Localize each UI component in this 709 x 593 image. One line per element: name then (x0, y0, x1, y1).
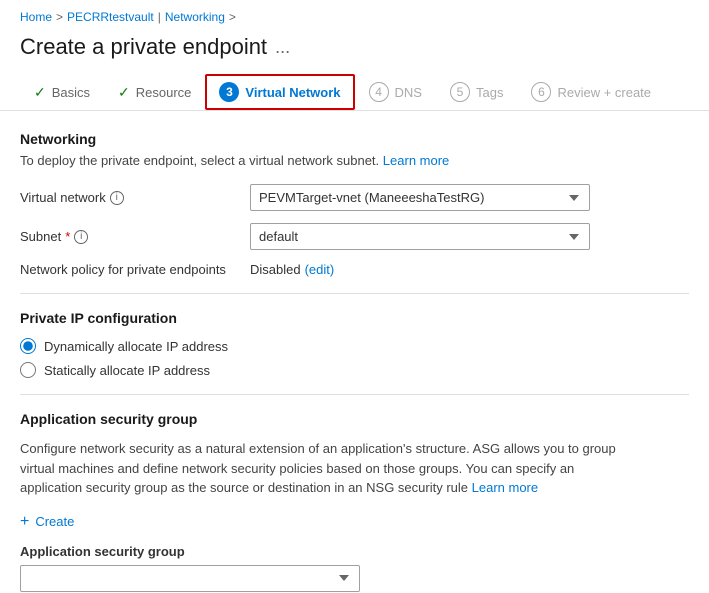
breadcrumb-sep1: > (56, 10, 63, 24)
subnet-info-icon[interactable]: i (74, 230, 88, 244)
static-ip-radio[interactable] (20, 362, 36, 378)
tab-vnet-label: Virtual Network (245, 85, 340, 100)
divider-1 (20, 293, 689, 294)
create-plus-icon: + (20, 514, 29, 530)
breadcrumb-sep2: > (229, 10, 236, 24)
main-content: Networking To deploy the private endpoin… (0, 131, 709, 592)
app-security-description: Configure network security as a natural … (20, 439, 640, 498)
network-policy-edit-link[interactable]: (edit) (305, 262, 335, 277)
breadcrumb-pipe: | (158, 10, 161, 24)
tab-tags-label: Tags (476, 85, 503, 100)
breadcrumb-vault[interactable]: PECRRtestvault (67, 10, 154, 24)
virtual-network-control: PEVMTarget-vnet (ManeeeshaTestRG) (250, 184, 590, 211)
tab-dns[interactable]: 4 DNS (355, 74, 436, 110)
network-policy-value: Disabled (edit) (250, 262, 334, 277)
tab-basics-label: Basics (52, 85, 90, 100)
tab-virtual-network[interactable]: 3 Virtual Network (205, 74, 354, 110)
page-title: Create a private endpoint (20, 34, 267, 60)
tab-tags[interactable]: 5 Tags (436, 74, 517, 110)
tab-resource-num: ✓ (118, 84, 130, 101)
network-policy-row: Network policy for private endpoints Dis… (20, 262, 689, 277)
tab-basics-num: ✓ (34, 84, 46, 101)
app-security-group-dropdown[interactable] (20, 565, 360, 592)
wizard-tabs: ✓ Basics ✓ Resource 3 Virtual Network 4 … (0, 74, 709, 111)
breadcrumb: Home > PECRRtestvault | Networking > (0, 0, 709, 30)
network-policy-status: Disabled (250, 262, 301, 277)
create-asg-label: Create (35, 514, 74, 529)
breadcrumb-section[interactable]: Networking (165, 10, 225, 24)
tab-tags-num: 5 (450, 82, 470, 102)
static-ip-option[interactable]: Statically allocate IP address (20, 362, 689, 378)
virtual-network-dropdown[interactable]: PEVMTarget-vnet (ManeeeshaTestRG) (250, 184, 590, 211)
tab-resource[interactable]: ✓ Resource (104, 76, 205, 109)
page-title-container: Create a private endpoint ... (0, 30, 709, 74)
create-asg-button[interactable]: + Create (20, 510, 74, 534)
subnet-dropdown[interactable]: default (250, 223, 590, 250)
ip-config-radio-group: Dynamically allocate IP address Statical… (20, 338, 689, 378)
tab-resource-label: Resource (136, 85, 192, 100)
tab-review-label: Review + create (557, 85, 651, 100)
app-security-section-title: Application security group (20, 411, 689, 427)
app-security-group-label: Application security group (20, 544, 689, 559)
tab-dns-num: 4 (369, 82, 389, 102)
virtual-network-label: Virtual network i (20, 190, 250, 205)
page-ellipsis-menu[interactable]: ... (275, 37, 290, 58)
virtual-network-info-icon[interactable]: i (110, 191, 124, 205)
networking-description: To deploy the private endpoint, select a… (20, 153, 689, 168)
tab-review-num: 6 (531, 82, 551, 102)
subnet-row: Subnet * i default (20, 223, 689, 250)
divider-2 (20, 394, 689, 395)
tab-dns-label: DNS (395, 85, 422, 100)
tab-vnet-num: 3 (219, 82, 239, 102)
virtual-network-row: Virtual network i PEVMTarget-vnet (Manee… (20, 184, 689, 211)
dynamic-ip-option[interactable]: Dynamically allocate IP address (20, 338, 689, 354)
app-security-learn-more[interactable]: Learn more (472, 480, 538, 495)
breadcrumb-home[interactable]: Home (20, 10, 52, 24)
subnet-label: Subnet * i (20, 229, 250, 244)
static-ip-label: Statically allocate IP address (44, 363, 210, 378)
tab-review[interactable]: 6 Review + create (517, 74, 665, 110)
network-policy-label: Network policy for private endpoints (20, 262, 250, 277)
networking-section-title: Networking (20, 131, 689, 147)
dynamic-ip-radio[interactable] (20, 338, 36, 354)
private-ip-section-title: Private IP configuration (20, 310, 689, 326)
subnet-required: * (65, 229, 70, 244)
tab-basics[interactable]: ✓ Basics (20, 76, 104, 109)
dynamic-ip-label: Dynamically allocate IP address (44, 339, 228, 354)
networking-learn-more-link[interactable]: Learn more (383, 153, 449, 168)
subnet-control: default (250, 223, 590, 250)
